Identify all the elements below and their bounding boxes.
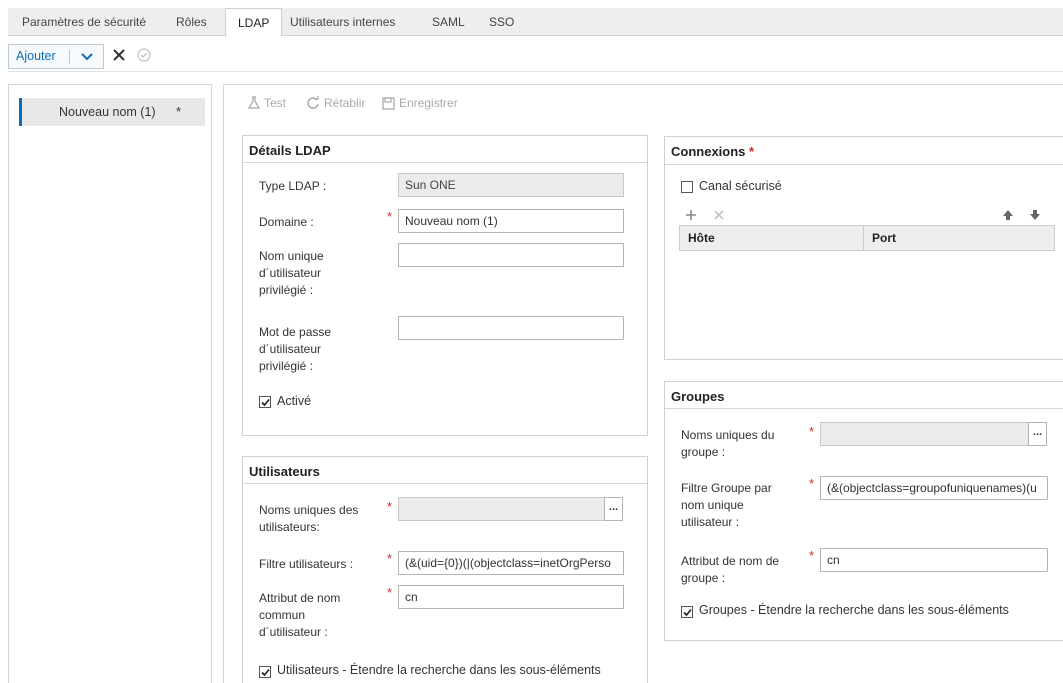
connections-title: Connexions [671,144,746,159]
groups-filter-label-2: nom unique [681,498,744,512]
checkmark-icon [261,398,270,407]
required-marker: * [749,144,755,159]
connections-grid-header: Hôte Port [679,225,1055,251]
add-button-divider [69,50,70,64]
col-port[interactable]: Port [872,231,896,245]
ldap-list-pane: Nouveau nom (1) * [8,84,212,683]
ldap-type-field: Sun ONE [398,173,624,197]
users-filter-input[interactable]: (&(uid={0})(|(objectclass=inetOrgPerso [398,551,624,575]
col-host[interactable]: Hôte [688,231,715,245]
arrow-down-icon[interactable] [1029,209,1041,221]
users-dn-field [398,497,605,521]
save-icon [382,97,395,110]
tab-internal-users[interactable]: Utilisateurs internes [278,8,407,36]
privileged-password-input[interactable] [398,316,624,340]
groups-dn-label-2: groupe : [681,445,726,459]
groups-dn-label-1: Noms uniques du [681,428,775,442]
priv-dn-label-2: d´utilisateur [259,266,322,280]
close-icon[interactable] [112,48,126,62]
test-button[interactable]: Test [247,96,287,110]
priv-dn-label-3: privilégié : [259,283,314,297]
users-cn-label-3: d´utilisateur : [259,625,328,639]
ldap-details-title: Détails LDAP [243,136,647,163]
domain-input[interactable]: Nouveau nom (1) [398,209,624,233]
checkmark-icon [261,668,270,677]
check-circle-icon[interactable] [136,47,152,63]
required-marker: * [387,499,393,514]
required-marker: * [387,551,393,566]
required-marker: * [387,209,393,224]
tab-sso[interactable]: SSO [477,8,526,36]
groups-title: Groupes [665,382,1063,409]
ldap-details-panel: Détails LDAP Type LDAP : Sun ONE Domaine… [242,135,648,436]
required-marker: * [809,548,815,563]
users-dn-browse-button[interactable]: ... [604,497,623,521]
users-cn-label-2: commun [259,608,306,622]
tab-saml[interactable]: SAML [420,8,477,36]
plus-icon[interactable] [685,209,697,221]
secure-channel-checkbox[interactable] [681,181,693,193]
column-divider [863,226,864,250]
groups-filter-label-1: Filtre Groupe par [681,481,772,495]
add-button[interactable]: Ajouter [8,44,104,69]
users-cn-input[interactable]: cn [398,585,624,609]
users-subtree-checkbox[interactable] [259,666,271,678]
checkmark-icon [683,608,692,617]
secure-channel-label: Canal sécurisé [699,179,782,193]
groups-panel: Groupes Noms uniques du groupe : * ... F… [664,381,1063,641]
arrow-up-icon[interactable] [1002,209,1014,221]
priv-pw-label-1: Mot de passe [259,325,332,339]
users-filter-label: Filtre utilisateurs : [259,557,354,571]
groups-name-input[interactable]: cn [820,548,1048,572]
save-button-label: Enregistrer [399,96,458,110]
unsaved-marker: * [176,104,182,119]
priv-pw-label-2: d´utilisateur [259,342,322,356]
groups-subtree-checkbox[interactable] [681,606,693,618]
groups-filter-input[interactable]: (&(objectclass=groupofuniquenames)(u [820,476,1048,500]
groups-dn-field [820,422,1029,446]
connections-panel: Connexions * Canal sécurisé Hôte Port [664,136,1063,360]
groups-name-label-1: Attribut de nom de [681,554,780,568]
ldap-type-label: Type LDAP : [259,179,327,193]
active-checkbox[interactable] [259,396,271,408]
list-item-label: Nouveau nom (1) [59,105,156,119]
tab-bar: Paramètres de sécurité Rôles LDAP Utilis… [8,8,1063,37]
refresh-icon [307,96,319,109]
tab-roles[interactable]: Rôles [164,8,219,36]
add-button-label: Ajouter [16,49,56,63]
required-marker: * [809,424,815,439]
test-button-label: Test [264,96,287,110]
groups-subtree-label: Groupes - Étendre la recherche dans les … [699,603,1009,617]
list-item[interactable]: Nouveau nom (1) * [19,98,205,126]
required-marker: * [387,585,393,600]
domain-label: Domaine : [259,215,314,229]
privileged-dn-input[interactable] [398,243,624,267]
users-subtree-label: Utilisateurs - Étendre la recherche dans… [277,663,601,677]
tab-security-settings[interactable]: Paramètres de sécurité [10,8,158,36]
priv-dn-label-1: Nom unique [259,249,324,263]
flask-icon [247,96,261,109]
users-dn-label-1: Noms uniques des [259,503,359,517]
delete-icon[interactable] [713,209,725,221]
save-button[interactable]: Enregistrer [382,96,458,110]
groups-filter-label-3: utilisateur : [681,515,740,529]
users-title: Utilisateurs [243,457,647,484]
users-panel: Utilisateurs Noms uniques des utilisateu… [242,456,648,683]
active-label: Activé [277,394,312,408]
priv-pw-label-3: privilégié : [259,359,314,373]
tab-ldap[interactable]: LDAP [225,8,283,37]
connections-header: Connexions * [665,137,1063,165]
chevron-down-icon[interactable] [79,48,95,64]
reset-button-label: Rétablir [324,96,366,110]
reset-button[interactable]: Rétablir [306,96,365,110]
users-dn-label-2: utilisateurs: [259,520,320,534]
groups-dn-browse-button[interactable]: ... [1028,422,1047,446]
users-cn-label-1: Attribut de nom [259,591,341,605]
groups-name-label-2: groupe : [681,571,726,585]
required-marker: * [809,476,815,491]
main-toolbar: Ajouter [8,42,1063,72]
